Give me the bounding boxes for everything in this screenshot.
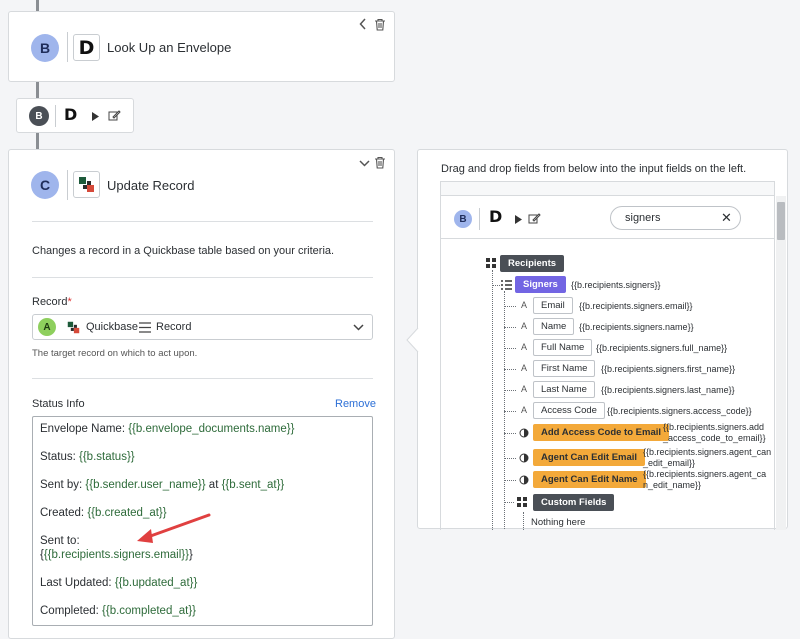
source-badge: A (38, 318, 56, 336)
signers-path: {{b.recipients.signers}} (571, 280, 661, 290)
text-type-icon: A (521, 342, 528, 352)
field-chip-access-code[interactable]: Access Code (533, 402, 605, 419)
field-chip-full-name[interactable]: Full Name (533, 339, 593, 356)
field-path: {{b.recipients.signers.email}} (579, 301, 693, 311)
text-type-icon: A (521, 321, 528, 331)
app-name: Quickbase (86, 321, 138, 333)
flow-connector (36, 132, 39, 150)
field-path: {{b.recipients.signers.full_name}} (596, 343, 728, 353)
text-line: {{{b.recipients.signers.email}}} (40, 549, 193, 561)
text-line: Completed: {{b.completed_at}} (40, 605, 197, 617)
field-path: {{b.recipients.signers.name}} (579, 322, 694, 332)
field-chip-email[interactable]: Email (533, 297, 573, 314)
field-chip-name[interactable]: Name (533, 318, 575, 335)
scrollbar-thumb[interactable] (777, 202, 785, 240)
field-chip-add-access-code[interactable]: Add Access Code to Email (533, 424, 670, 441)
panel-pointer (406, 328, 419, 352)
play-icon[interactable] (90, 110, 100, 122)
step-title: Look Up an Envelope (107, 40, 232, 55)
text-type-icon: A (521, 363, 528, 373)
field-chip-last-name[interactable]: Last Name (533, 381, 595, 398)
step-badge: B (454, 210, 472, 228)
quickbase-app-icon (73, 171, 100, 198)
field-path: {{b.recipients.signers.access_code}} (607, 406, 752, 416)
field-path: {{b.recipients.signers.agent_can _edit_em… (643, 447, 772, 468)
step-badge: B (31, 34, 59, 62)
step-card-update-record[interactable]: C Update Record Changes a record in a Qu… (8, 149, 395, 639)
docusign-app-icon: D (64, 105, 78, 124)
collapse-chevron-icon[interactable] (357, 17, 369, 31)
divider (32, 221, 373, 222)
custom-fields-chip[interactable]: Custom Fields (533, 494, 615, 511)
boolean-type-icon (519, 453, 529, 463)
record-help-text: The target record on which to act upon. (32, 348, 198, 359)
drag-hint: Drag and drop fields from below into the… (441, 163, 747, 175)
step-card-mini[interactable]: B D (16, 98, 134, 133)
trash-icon[interactable] (373, 155, 387, 169)
field-path: {{b.recipients.signers.last_name}} (601, 385, 735, 395)
collapse-chevron-icon[interactable] (358, 157, 370, 169)
field-path: {{b.recipients.signers.first_name}} (601, 364, 736, 374)
list-icon (501, 280, 512, 290)
divider (55, 105, 56, 127)
object-icon (517, 497, 527, 507)
scrollbar[interactable] (776, 196, 786, 530)
field-picker-panel: Drag and drop fields from below into the… (417, 149, 788, 530)
remove-link[interactable]: Remove (335, 398, 376, 410)
edit-icon[interactable] (107, 108, 121, 122)
step-card-lookup-envelope[interactable]: B D Look Up an Envelope (8, 11, 395, 82)
chevron-down-icon (353, 324, 364, 331)
status-info-label: Status Info (32, 398, 85, 410)
field-chip-first-name[interactable]: First Name (533, 360, 596, 377)
play-icon[interactable] (513, 213, 523, 225)
divider (67, 32, 68, 62)
step-description: Changes a record in a Quickbase table ba… (32, 245, 335, 257)
step-badge: B (29, 106, 49, 126)
field-picker-inner: B D signers ✕ Recipients Signers {{b.rec… (440, 181, 775, 530)
field-chip-agent-edit-name[interactable]: Agent Can Edit Name (533, 471, 646, 488)
docusign-app-icon: D (73, 34, 100, 61)
divider (32, 378, 373, 379)
text-type-icon: A (521, 300, 528, 310)
text-line: Last Updated: {{b.updated_at}} (40, 577, 198, 589)
text-line: Status: {{b.status}} (40, 451, 135, 463)
docusign-app-icon: D (489, 207, 503, 226)
text-line: Envelope Name: {{b.envelope_documents.na… (40, 423, 295, 435)
flow-connector (36, 81, 39, 99)
field-chip-agent-edit-email[interactable]: Agent Can Edit Email (533, 449, 646, 466)
edit-icon[interactable] (527, 211, 541, 225)
text-line: Sent to: (40, 535, 80, 547)
empty-state-text: Nothing here (531, 517, 586, 528)
text-line: Sent by: {{b.sender.user_name}} at {{b.s… (40, 479, 285, 491)
annotation-arrow (137, 513, 211, 543)
boolean-type-icon (519, 428, 529, 438)
step-title: Update Record (107, 178, 195, 193)
clear-search-icon[interactable]: ✕ (721, 210, 732, 226)
list-icon (139, 322, 151, 333)
divider (479, 208, 480, 230)
record-field-label: Record* (32, 296, 72, 308)
field-path: {{b.recipients.signers.agent_ca n_edit_na… (643, 469, 767, 490)
text-type-icon: A (521, 405, 528, 415)
divider (67, 170, 68, 200)
boolean-type-icon (519, 475, 529, 485)
recipients-chip[interactable]: Recipients (500, 255, 565, 272)
signers-chip[interactable]: Signers (515, 276, 566, 293)
text-type-icon: A (521, 384, 528, 394)
trash-icon[interactable] (373, 17, 387, 31)
divider (32, 277, 373, 278)
step-badge: C (31, 171, 59, 199)
field-path: {{b.recipients.signers.add _access_code_t… (663, 422, 766, 443)
object-name: Record (156, 321, 192, 333)
field-search-input[interactable]: signers ✕ (610, 206, 741, 230)
quickbase-icon (67, 321, 80, 334)
object-icon (486, 258, 496, 268)
record-select[interactable]: A Quickbase Record (32, 314, 373, 340)
